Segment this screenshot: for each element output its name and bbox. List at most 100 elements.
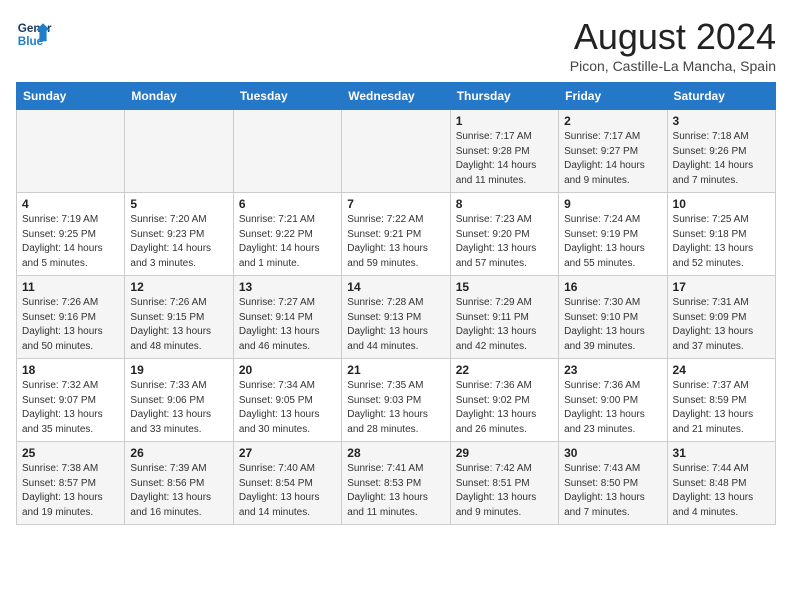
calendar-cell: 28 Sunrise: 7:41 AM Sunset: 8:53 PM Dayli… [342, 442, 450, 525]
day-info: Sunrise: 7:43 AM Sunset: 8:50 PM Dayligh… [564, 462, 661, 520]
day-number: 7 [347, 197, 444, 211]
calendar-cell: 11 Sunrise: 7:26 AM Sunset: 9:16 PM Dayli… [17, 276, 125, 359]
day-info: Sunrise: 7:17 AM Sunset: 9:27 PM Dayligh… [564, 130, 661, 188]
day-number: 28 [347, 446, 444, 460]
day-number: 12 [130, 280, 227, 294]
calendar-cell: 16 Sunrise: 7:30 AM Sunset: 9:10 PM Dayli… [559, 276, 667, 359]
weekday-header: Thursday [450, 83, 558, 110]
day-number: 6 [239, 197, 336, 211]
day-info: Sunrise: 7:34 AM Sunset: 9:05 PM Dayligh… [239, 379, 336, 437]
calendar-cell: 23 Sunrise: 7:36 AM Sunset: 9:00 PM Dayli… [559, 359, 667, 442]
day-info: Sunrise: 7:18 AM Sunset: 9:26 PM Dayligh… [673, 130, 770, 188]
day-info: Sunrise: 7:20 AM Sunset: 9:23 PM Dayligh… [130, 213, 227, 271]
day-number: 17 [673, 280, 770, 294]
day-number: 31 [673, 446, 770, 460]
calendar-cell: 15 Sunrise: 7:29 AM Sunset: 9:11 PM Dayli… [450, 276, 558, 359]
calendar-cell [233, 110, 341, 193]
calendar-cell [17, 110, 125, 193]
calendar-cell: 17 Sunrise: 7:31 AM Sunset: 9:09 PM Dayli… [667, 276, 775, 359]
day-info: Sunrise: 7:39 AM Sunset: 8:56 PM Dayligh… [130, 462, 227, 520]
location-subtitle: Picon, Castille-La Mancha, Spain [570, 58, 776, 74]
calendar-cell [342, 110, 450, 193]
page-header: General Blue August 2024 Picon, Castille… [16, 16, 776, 74]
day-number: 5 [130, 197, 227, 211]
day-number: 25 [22, 446, 119, 460]
day-number: 18 [22, 363, 119, 377]
calendar-cell: 6 Sunrise: 7:21 AM Sunset: 9:22 PM Daylig… [233, 193, 341, 276]
calendar-table: SundayMondayTuesdayWednesdayThursdayFrid… [16, 82, 776, 525]
logo-icon: General Blue [16, 16, 52, 52]
calendar-cell: 9 Sunrise: 7:24 AM Sunset: 9:19 PM Daylig… [559, 193, 667, 276]
day-number: 21 [347, 363, 444, 377]
weekday-header: Friday [559, 83, 667, 110]
logo: General Blue [16, 16, 52, 52]
day-number: 11 [22, 280, 119, 294]
calendar-cell: 13Sunrise: 7:27 AM Sunset: 9:14 PM Dayli… [233, 276, 341, 359]
day-info: Sunrise: 7:19 AM Sunset: 9:25 PM Dayligh… [22, 213, 119, 271]
calendar-cell: 14 Sunrise: 7:28 AM Sunset: 9:13 PM Dayli… [342, 276, 450, 359]
calendar-week-row: 1 Sunrise: 7:17 AM Sunset: 9:28 PM Daylig… [17, 110, 776, 193]
calendar-cell: 19Sunrise: 7:33 AM Sunset: 9:06 PM Dayli… [125, 359, 233, 442]
day-number: 20 [239, 363, 336, 377]
weekday-header: Monday [125, 83, 233, 110]
day-info: Sunrise: 7:24 AM Sunset: 9:19 PM Dayligh… [564, 213, 661, 271]
day-number: 23 [564, 363, 661, 377]
calendar-cell: 21Sunrise: 7:35 AM Sunset: 9:03 PM Dayli… [342, 359, 450, 442]
day-info: Sunrise: 7:25 AM Sunset: 9:18 PM Dayligh… [673, 213, 770, 271]
day-number: 1 [456, 114, 553, 128]
day-info: Sunrise: 7:21 AM Sunset: 9:22 PM Dayligh… [239, 213, 336, 271]
day-info: Sunrise: 7:36 AM Sunset: 9:00 PM Dayligh… [564, 379, 661, 437]
day-number: 13 [239, 280, 336, 294]
day-info: Sunrise: 7:44 AM Sunset: 8:48 PM Dayligh… [673, 462, 770, 520]
calendar-week-row: 25 Sunrise: 7:38 AM Sunset: 8:57 PM Dayli… [17, 442, 776, 525]
day-info: Sunrise: 7:28 AM Sunset: 9:13 PM Dayligh… [347, 296, 444, 354]
day-info: Sunrise: 7:36 AM Sunset: 9:02 PM Dayligh… [456, 379, 553, 437]
day-number: 2 [564, 114, 661, 128]
day-info: Sunrise: 7:41 AM Sunset: 8:53 PM Dayligh… [347, 462, 444, 520]
day-info: Sunrise: 7:22 AM Sunset: 9:21 PM Dayligh… [347, 213, 444, 271]
calendar-cell: 18 Sunrise: 7:32 AM Sunset: 9:07 PM Dayli… [17, 359, 125, 442]
weekday-header: Wednesday [342, 83, 450, 110]
day-number: 9 [564, 197, 661, 211]
day-info: Sunrise: 7:30 AM Sunset: 9:10 PM Dayligh… [564, 296, 661, 354]
calendar-cell: 10 Sunrise: 7:25 AM Sunset: 9:18 PM Dayli… [667, 193, 775, 276]
calendar-cell: 31 Sunrise: 7:44 AM Sunset: 8:48 PM Dayli… [667, 442, 775, 525]
day-info: Sunrise: 7:38 AM Sunset: 8:57 PM Dayligh… [22, 462, 119, 520]
calendar-cell [125, 110, 233, 193]
day-number: 4 [22, 197, 119, 211]
calendar-cell: 26Sunrise: 7:39 AM Sunset: 8:56 PM Dayli… [125, 442, 233, 525]
day-info: Sunrise: 7:32 AM Sunset: 9:07 PM Dayligh… [22, 379, 119, 437]
calendar-cell: 22Sunrise: 7:36 AM Sunset: 9:02 PM Dayli… [450, 359, 558, 442]
day-info: Sunrise: 7:17 AM Sunset: 9:28 PM Dayligh… [456, 130, 553, 188]
calendar-cell: 29 Sunrise: 7:42 AM Sunset: 8:51 PM Dayli… [450, 442, 558, 525]
weekday-header: Saturday [667, 83, 775, 110]
day-info: Sunrise: 7:37 AM Sunset: 8:59 PM Dayligh… [673, 379, 770, 437]
calendar-cell: 20 Sunrise: 7:34 AM Sunset: 9:05 PM Dayli… [233, 359, 341, 442]
day-info: Sunrise: 7:26 AM Sunset: 9:16 PM Dayligh… [22, 296, 119, 354]
day-info: Sunrise: 7:23 AM Sunset: 9:20 PM Dayligh… [456, 213, 553, 271]
calendar-week-row: 11 Sunrise: 7:26 AM Sunset: 9:16 PM Dayli… [17, 276, 776, 359]
calendar-cell: 5 Sunrise: 7:20 AM Sunset: 9:23 PM Daylig… [125, 193, 233, 276]
calendar-cell: 12 Sunrise: 7:26 AM Sunset: 9:15 PM Dayli… [125, 276, 233, 359]
calendar-cell: 1 Sunrise: 7:17 AM Sunset: 9:28 PM Daylig… [450, 110, 558, 193]
day-info: Sunrise: 7:42 AM Sunset: 8:51 PM Dayligh… [456, 462, 553, 520]
calendar-cell: 2 Sunrise: 7:17 AM Sunset: 9:27 PM Daylig… [559, 110, 667, 193]
day-info: Sunrise: 7:33 AM Sunset: 9:06 PM Dayligh… [130, 379, 227, 437]
day-info: Sunrise: 7:40 AM Sunset: 8:54 PM Dayligh… [239, 462, 336, 520]
weekday-header-row: SundayMondayTuesdayWednesdayThursdayFrid… [17, 83, 776, 110]
day-info: Sunrise: 7:26 AM Sunset: 9:15 PM Dayligh… [130, 296, 227, 354]
weekday-header: Sunday [17, 83, 125, 110]
day-info: Sunrise: 7:29 AM Sunset: 9:11 PM Dayligh… [456, 296, 553, 354]
day-number: 29 [456, 446, 553, 460]
calendar-cell: 24Sunrise: 7:37 AM Sunset: 8:59 PM Dayli… [667, 359, 775, 442]
day-number: 16 [564, 280, 661, 294]
calendar-cell: 30 Sunrise: 7:43 AM Sunset: 8:50 PM Dayli… [559, 442, 667, 525]
day-number: 10 [673, 197, 770, 211]
day-number: 15 [456, 280, 553, 294]
weekday-header: Tuesday [233, 83, 341, 110]
title-area: August 2024 Picon, Castille-La Mancha, S… [570, 16, 776, 74]
day-number: 30 [564, 446, 661, 460]
day-info: Sunrise: 7:31 AM Sunset: 9:09 PM Dayligh… [673, 296, 770, 354]
day-number: 14 [347, 280, 444, 294]
calendar-cell: 3Sunrise: 7:18 AM Sunset: 9:26 PM Daylig… [667, 110, 775, 193]
